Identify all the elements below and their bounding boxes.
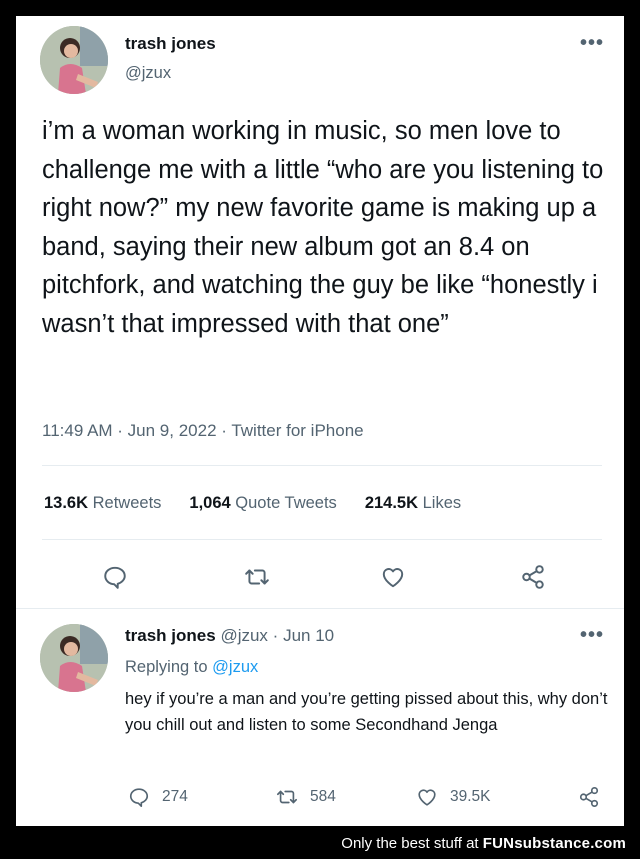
reply-date[interactable]: Jun 10 [283,626,334,645]
tweet-meta[interactable]: 11:49 AM · Jun 9, 2022 · Twitter for iPh… [42,421,364,441]
avatar-image [40,26,108,94]
stat-label: Quote Tweets [235,494,337,512]
like-icon[interactable] [380,564,406,590]
stat-likes[interactable]: 214.5K Likes [365,494,461,513]
reply-author-handle[interactable]: @jzux [220,626,268,645]
stat-count: 214.5K [364,494,419,512]
avatar[interactable] [40,26,108,94]
reply-count: 274 [162,788,188,805]
tweet-card: trash jones @jzux ••• i’m a woman workin… [16,16,624,826]
reply-icon [129,788,149,807]
reply-retweet-button[interactable]: 584 [276,786,336,808]
replying-to-link[interactable]: @jzux [212,658,258,676]
reply-reply-button[interactable]: 274 [128,786,188,808]
retweet-icon[interactable] [244,564,270,590]
reply-actions: 274 584 39.5K [16,786,624,808]
share-icon[interactable] [520,564,546,590]
stat-count: 1,064 [189,494,231,512]
like-icon [418,789,436,806]
reply-text: hey if you’re a man and you’re getting p… [125,690,608,734]
more-options-icon[interactable]: ••• [580,625,604,645]
separator: · [272,626,279,645]
divider [42,539,602,540]
retweet-count: 584 [310,788,336,805]
divider [42,465,602,466]
more-options-icon[interactable]: ••• [580,33,604,53]
retweet-icon [277,790,297,804]
replying-to: Replying to @jzux [125,658,258,677]
tweet-text: i’m a woman working in music, so men lov… [42,117,604,338]
stat-retweets[interactable]: 13.6K Retweets [44,494,161,513]
reply-header: trash jones @jzux · Jun 10 [125,626,334,646]
divider [16,608,624,609]
tweet-actions [16,564,624,590]
like-count: 39.5K [450,788,491,805]
tweet-stats: 13.6K Retweets 1,064 Quote Tweets 214.5K… [44,494,489,513]
reply-avatar[interactable] [40,624,108,692]
avatar-image [40,624,108,692]
reply-icon[interactable] [102,564,128,590]
stat-label: Retweets [92,494,162,512]
footer-brand[interactable]: FUNsubstance.com [483,835,626,852]
reply-author-name[interactable]: trash jones [125,626,216,645]
author-handle[interactable]: @jzux [125,64,171,83]
reply-share-button[interactable] [578,786,600,808]
stat-count: 13.6K [44,494,89,512]
stat-label: Likes [422,494,462,512]
author-name[interactable]: trash jones [125,34,216,54]
stat-quote-tweets[interactable]: 1,064 Quote Tweets [189,494,336,513]
reply-like-button[interactable]: 39.5K [416,786,491,808]
replying-label: Replying to [125,658,208,676]
share-icon [579,787,599,807]
watermark-footer: Only the best stuff at FUNsubstance.com [341,835,626,852]
footer-text: Only the best stuff at [341,835,479,852]
